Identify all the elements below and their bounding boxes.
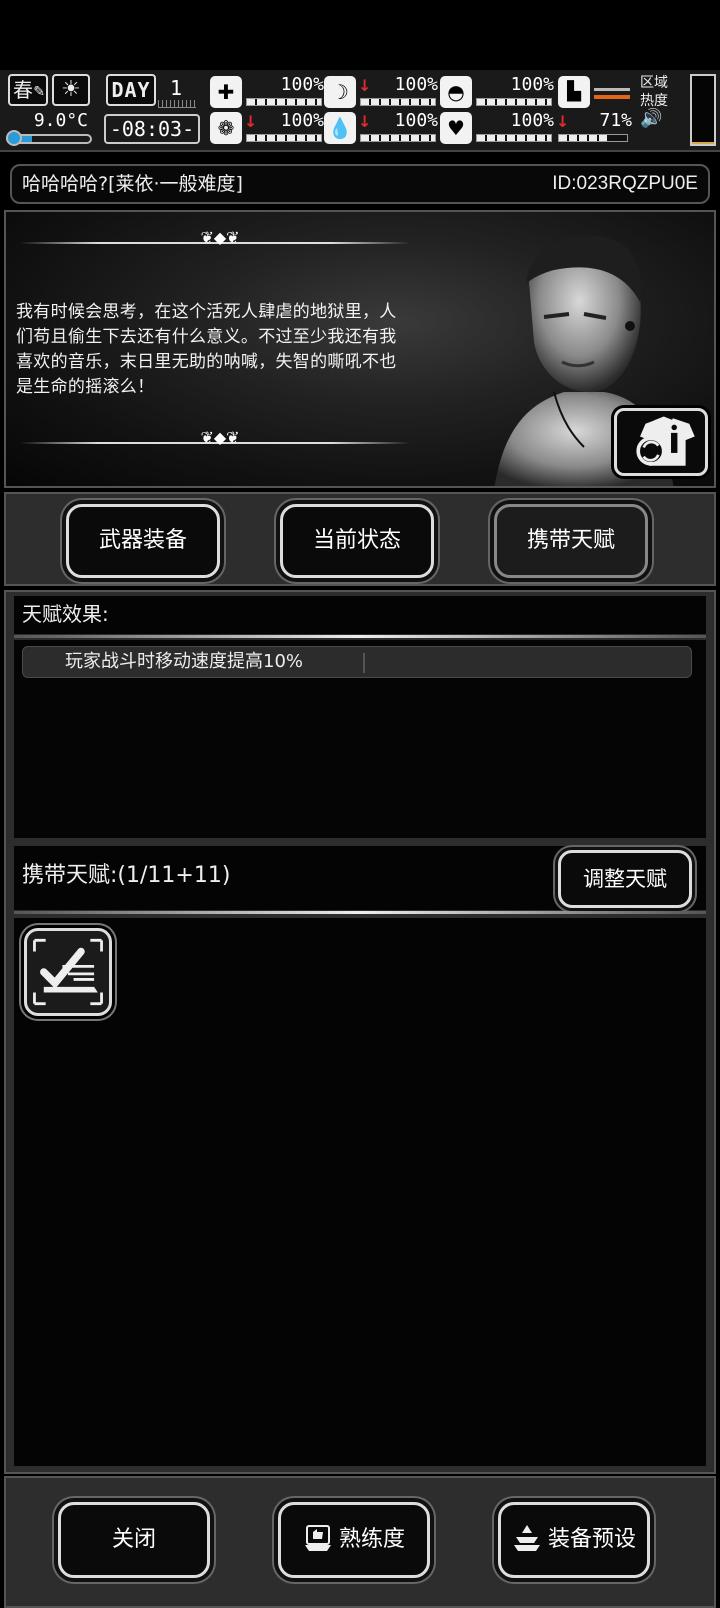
list-item: 玩家战斗时移动速度提高10%: [22, 646, 692, 678]
status-bar: 春 ✎ ☀ 9.0°C DAY 1 -08:03- ✚ 100% ☽ ↓ 100…: [0, 70, 720, 152]
thermometer-icon: [6, 130, 22, 146]
day-ruler: [158, 100, 196, 108]
tab-bar: 武器装备 当前状态 携带天赋: [4, 492, 716, 586]
day-number: 1: [170, 76, 183, 100]
game-clock: -08:03-: [104, 114, 200, 144]
hunger-stat[interactable]: ☽ ↓ 100%: [324, 74, 438, 110]
adjust-talents-button[interactable]: 调整天赋: [558, 850, 692, 908]
sanity-bar: [246, 134, 322, 142]
medkit-icon: ✚: [210, 76, 242, 108]
equipment-preset-button[interactable]: 装备预设: [498, 1502, 650, 1578]
sun-icon: ☀: [52, 74, 90, 106]
preset-icon: [513, 1525, 540, 1551]
talent-effect-text: 玩家战斗时移动速度提高10%: [65, 651, 304, 672]
medicine-stat[interactable]: ◓ 100%: [440, 74, 554, 110]
close-button-label: 关闭: [111, 1527, 156, 1552]
stomach-icon: ☽: [324, 76, 356, 108]
thirst-bar: [360, 134, 436, 142]
sanity-value: 100%: [280, 110, 324, 131]
character-quote: 我有时候会思考，在这个活死人肆虐的地狱里，人们苟且偷生下去还有什么意义。不过至少…: [16, 302, 397, 397]
hunger-bar: [360, 98, 436, 106]
water-drop-icon: 💧: [324, 112, 356, 144]
feather-icon: ✎: [33, 84, 45, 100]
stamina-bar: [558, 134, 628, 142]
health-stat[interactable]: ✚ 100%: [210, 74, 324, 110]
character-portrait-panel: ❦◆❦ 我有时候会思考，在这个活死人肆虐的地狱里，人们苟且偷生下去还有什么意义。…: [4, 210, 716, 488]
mood-stat[interactable]: ♥ 100%: [440, 110, 554, 146]
talent-effects-title: 天赋效果:: [14, 596, 706, 638]
thirst-value: 100%: [394, 110, 438, 131]
temperature-gauge: 9.0°C: [4, 110, 92, 146]
close-button[interactable]: 关闭: [58, 1502, 210, 1578]
health-value: 100%: [280, 74, 324, 95]
change-outfit-button[interactable]: [614, 408, 708, 476]
region-heat-level: [692, 141, 714, 144]
carried-talents-grid: [14, 918, 706, 1466]
mood-bar: [476, 134, 552, 142]
sanity-stat[interactable]: ❁ ↓ 100%: [210, 110, 324, 146]
down-arrow-icon: ↓: [358, 112, 372, 131]
outfit-swap-icon: [636, 416, 695, 466]
proficiency-icon: [304, 1525, 331, 1551]
tab-talents[interactable]: 携带天赋: [494, 504, 648, 578]
thirst-stat[interactable]: 💧 ↓ 100%: [324, 110, 438, 146]
down-arrow-icon: ↓: [556, 112, 570, 131]
stamina-indicator: [594, 88, 630, 100]
stamina-value: 71%: [599, 110, 632, 131]
tab-status[interactable]: 当前状态: [280, 504, 434, 578]
talent-panel: 天赋效果: 玩家战斗时移动速度提高10% 携带天赋:(1/11+11) 调整天赋: [4, 590, 716, 1474]
talent-slot[interactable]: [24, 928, 112, 1016]
divider: [363, 653, 365, 673]
proficiency-button-label: 熟练度: [338, 1527, 405, 1552]
tab-weapons[interactable]: 武器装备: [66, 504, 220, 578]
mood-value: 100%: [510, 110, 554, 131]
brain-icon: ❁: [210, 112, 242, 144]
ornament-divider-bottom: ❦◆❦: [20, 428, 410, 452]
heart-icon: ♥: [440, 112, 472, 144]
ornament-divider-top: ❦◆❦: [20, 228, 410, 252]
character-name: 哈哈哈哈?[莱依·一般难度]: [22, 173, 243, 195]
proficiency-button[interactable]: 熟练度: [278, 1502, 430, 1578]
season-indicator: 春 ✎: [8, 74, 48, 106]
down-arrow-icon: ↓: [244, 112, 258, 131]
temperature-value: 9.0°C: [33, 110, 88, 131]
down-arrow-icon: ↓: [358, 76, 372, 95]
carried-talents-count: 携带天赋:(1/11+11): [22, 863, 231, 888]
day-label: DAY: [106, 74, 156, 106]
medicine-bar: [476, 98, 552, 106]
talent-effects-list: 玩家战斗时移动速度提高10%: [14, 640, 706, 838]
speaker-icon[interactable]: 🔊: [640, 110, 672, 128]
bottom-action-bar: 关闭 熟练度 装备预设: [4, 1476, 716, 1608]
pill-icon: ◓: [440, 76, 472, 108]
carried-talents-header: 携带天赋:(1/11+11) 调整天赋: [14, 846, 706, 914]
season-label: 春: [13, 78, 33, 102]
region-heat-label: 区域热度: [640, 75, 668, 109]
stamina-row: ↓ 71%: [556, 110, 632, 146]
hunger-value: 100%: [394, 74, 438, 95]
speed-talent-icon: [33, 938, 103, 1006]
health-bar: [246, 98, 322, 106]
character-header: 哈哈哈哈?[莱依·一般难度] ID:023RQZPU0E: [10, 164, 710, 204]
region-heat[interactable]: 区域热度 🔊: [640, 74, 672, 128]
stamina-stat[interactable]: ▙ ↓ 71%: [556, 72, 632, 146]
medicine-value: 100%: [510, 74, 554, 95]
equipment-preset-button-label: 装备预设: [547, 1527, 636, 1552]
foot-icon: ▙: [558, 76, 590, 108]
region-heat-meter: [690, 74, 716, 146]
player-id: ID:023RQZPU0E: [552, 173, 698, 194]
